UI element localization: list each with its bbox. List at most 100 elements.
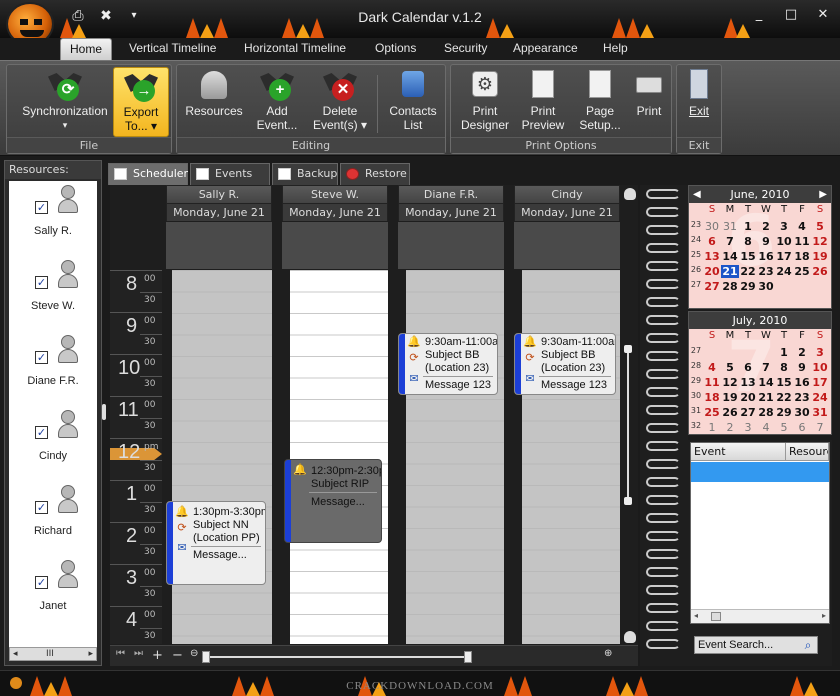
day-column-steve[interactable] xyxy=(290,270,388,644)
resource-checkbox[interactable]: ✓ xyxy=(35,201,48,214)
calendar-day[interactable]: 29 xyxy=(739,280,757,293)
tab-help[interactable]: Help xyxy=(594,38,637,60)
calendar-day[interactable]: 14 xyxy=(757,376,775,389)
calendar-day[interactable]: 22 xyxy=(739,265,757,278)
calendar-day[interactable]: 13 xyxy=(703,250,721,263)
tab-scheduler[interactable]: Scheduler xyxy=(108,163,188,185)
calendar-day[interactable]: 3 xyxy=(775,220,793,233)
calendar-day[interactable]: 17 xyxy=(811,376,829,389)
calendar-day[interactable]: 12 xyxy=(721,376,739,389)
calendar-day[interactable]: 7 xyxy=(721,235,739,248)
tab-vertical-timeline[interactable]: Vertical Timeline xyxy=(120,38,225,60)
calendar-day[interactable]: 7 xyxy=(811,421,829,434)
tab-options[interactable]: Options xyxy=(366,38,425,60)
column-header[interactable]: Sally R. Monday, June 21 xyxy=(166,185,272,221)
calendar-day[interactable]: 4 xyxy=(757,421,775,434)
resource-checkbox[interactable]: ✓ xyxy=(35,351,48,364)
resource-item[interactable]: ✓ Diane F.R. xyxy=(9,335,97,395)
synchronization-button[interactable]: ⟳ Synchronization ▾ xyxy=(13,67,117,137)
calendar-day[interactable]: 28 xyxy=(721,280,739,293)
calendar-day[interactable]: 1 xyxy=(703,421,721,434)
calendar-day[interactable]: 9 xyxy=(793,361,811,374)
calendar-day[interactable]: 2 xyxy=(721,421,739,434)
tab-home[interactable]: Home xyxy=(60,38,113,60)
delete-events-button[interactable]: ✕ Delete Event(s) ▾ xyxy=(307,67,373,137)
calendar-day[interactable]: 27 xyxy=(739,406,757,419)
appointment-sally[interactable]: 🔔 1:30pm-3:30pm ⟳ Subject NN (Location P… xyxy=(166,501,266,585)
calendar-day[interactable]: 2 xyxy=(757,220,775,233)
calendar-day[interactable]: 20 xyxy=(739,391,757,404)
calendar-day[interactable]: 17 xyxy=(775,250,793,263)
calendar-day[interactable]: 6 xyxy=(703,235,721,248)
resource-item[interactable]: ✓ Richard xyxy=(9,485,97,545)
calendar-day[interactable]: 6 xyxy=(739,361,757,374)
scroll-left-icon[interactable]: ◂ xyxy=(13,648,18,660)
zoom-slider-left-knob[interactable] xyxy=(202,651,210,663)
binoculars-icon[interactable]: ⌕ xyxy=(800,637,816,653)
day-column-cindy[interactable] xyxy=(522,270,620,644)
event-grid-scrollbar[interactable]: ◂ ▸ xyxy=(691,609,829,623)
calendar-day[interactable]: 11 xyxy=(703,376,721,389)
calendar-day[interactable]: 6 xyxy=(793,421,811,434)
calendar-day[interactable]: 16 xyxy=(757,250,775,263)
calendar-day[interactable]: 13 xyxy=(739,376,757,389)
resource-item[interactable]: ✓ Janet xyxy=(9,560,97,620)
column-header[interactable]: Cindy Monday, June 21 xyxy=(514,185,620,221)
column-header[interactable]: Diane F.R. Monday, June 21 xyxy=(398,185,504,221)
calendar-day[interactable]: 23 xyxy=(757,265,775,278)
day-column-sally[interactable] xyxy=(172,270,272,644)
page-setup-button[interactable]: Page Setup... xyxy=(573,67,627,137)
prev-month-icon[interactable]: ◀ xyxy=(693,186,701,203)
appointment-steve[interactable]: 🔔 12:30pm-2:30pm Subject RIP Message... xyxy=(284,459,382,543)
add-column-button[interactable]: + xyxy=(152,648,163,663)
calendar-day[interactable]: 14 xyxy=(721,250,739,263)
calendar-day[interactable]: 2 xyxy=(793,346,811,359)
calendar-day[interactable]: 7 xyxy=(757,361,775,374)
tab-appearance[interactable]: Appearance xyxy=(504,38,587,60)
calendar-day[interactable]: 10 xyxy=(811,361,829,374)
print-preview-button[interactable]: Print Preview xyxy=(515,67,571,137)
tab-restore[interactable]: Restore xyxy=(340,163,410,185)
calendar-day[interactable]: 20 xyxy=(703,265,721,278)
calendar-day[interactable]: 1 xyxy=(775,346,793,359)
all-day-area[interactable] xyxy=(514,222,620,269)
calendar-day[interactable]: 18 xyxy=(703,391,721,404)
next-month-icon[interactable]: ▶ xyxy=(819,186,827,203)
calendar-day[interactable]: 10 xyxy=(775,235,793,248)
all-day-area[interactable] xyxy=(398,222,504,269)
zoom-out-icon[interactable]: ⊖ xyxy=(190,648,198,659)
print-designer-button[interactable]: ⚙ Print Designer xyxy=(455,67,515,137)
calendar-day[interactable]: 8 xyxy=(775,361,793,374)
calendar-day[interactable]: 25 xyxy=(703,406,721,419)
scroll-thumb[interactable]: III xyxy=(46,648,54,660)
tab-security[interactable]: Security xyxy=(435,38,496,60)
minimize-button[interactable]: _ xyxy=(750,6,768,24)
remove-column-button[interactable]: − xyxy=(172,648,183,663)
calendar-day[interactable]: 11 xyxy=(793,235,811,248)
zoom-slider[interactable] xyxy=(204,656,468,658)
calendar-day[interactable]: 19 xyxy=(811,250,829,263)
resource-checkbox[interactable]: ✓ xyxy=(35,426,48,439)
calendar-day[interactable]: 9 xyxy=(757,235,775,248)
calendar-day[interactable]: 31 xyxy=(721,220,739,233)
calendar-day[interactable]: 3 xyxy=(739,421,757,434)
resource-checkbox[interactable]: ✓ xyxy=(35,501,48,514)
calendar-day[interactable]: 24 xyxy=(775,265,793,278)
calendar-day[interactable]: 29 xyxy=(775,406,793,419)
all-day-area[interactable] xyxy=(282,222,388,269)
resource-item[interactable]: ✓ Cindy xyxy=(9,410,97,470)
calendar-day[interactable]: 30 xyxy=(757,280,775,293)
day-column-diane[interactable] xyxy=(406,270,504,644)
appointment-cindy[interactable]: 🔔 9:30am-11:00am ⟳ Subject BB (Location … xyxy=(514,333,616,395)
calendar-day[interactable]: 27 xyxy=(703,280,721,293)
calendar-day[interactable]: 21 xyxy=(757,391,775,404)
exit-button[interactable]: Exit xyxy=(679,67,719,137)
close-button[interactable]: ✕ xyxy=(814,6,832,24)
column-header-event[interactable]: Event xyxy=(691,443,786,461)
calendar-day[interactable]: 4 xyxy=(793,220,811,233)
zoom-in-icon[interactable]: ⊕ xyxy=(604,648,612,659)
calendar-day[interactable]: 31 xyxy=(811,406,829,419)
vertical-scrollbar[interactable] xyxy=(624,345,632,505)
calendar-day[interactable]: 18 xyxy=(793,250,811,263)
tab-horizontal-timeline[interactable]: Horizontal Timeline xyxy=(235,38,355,60)
